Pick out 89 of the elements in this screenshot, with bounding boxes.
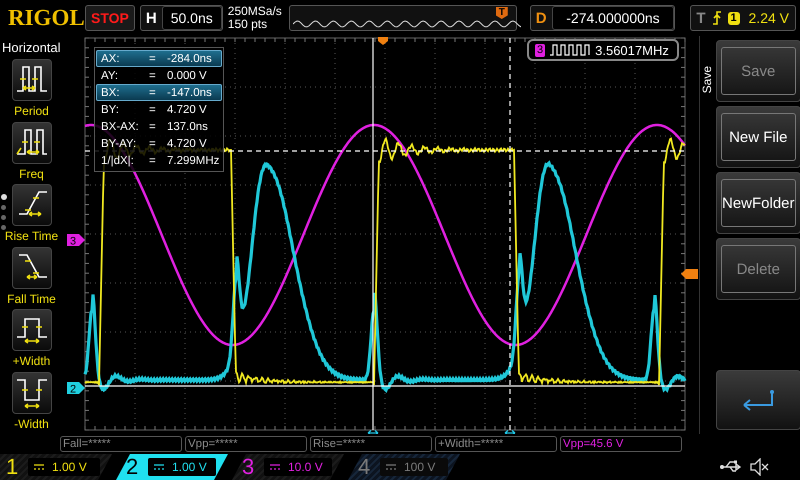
measure-button[interactable] xyxy=(12,59,52,101)
equals-sign: = xyxy=(149,120,157,132)
cursor-position-icon xyxy=(367,430,379,434)
readout-label: AY: xyxy=(101,70,120,82)
measure-label: +Width xyxy=(12,354,50,368)
channel-number: 2 xyxy=(126,454,140,480)
measurement-readout: Fall=***** xyxy=(60,436,182,452)
measurement-readout: Rise=***** xyxy=(310,436,432,452)
measure-button[interactable] xyxy=(12,184,52,226)
equals-sign: = xyxy=(149,104,157,116)
readout-label: BX: xyxy=(101,86,121,98)
measure-button[interactable] xyxy=(12,122,52,164)
channel-marker[interactable]: 2 xyxy=(67,382,85,396)
menu-title: Save xyxy=(700,66,714,94)
readout-value: 4.720 V xyxy=(167,138,208,150)
back-button[interactable] xyxy=(716,370,800,430)
delay-display[interactable]: D -274.000000ns xyxy=(530,5,676,31)
dc-coupling-icon xyxy=(34,463,44,471)
channel-scale: 1.00 V xyxy=(52,460,87,474)
readout-value: 4.720 V xyxy=(167,104,208,116)
dc-coupling-icon xyxy=(270,463,280,471)
measurement-readout: Vpp=***** xyxy=(185,436,307,452)
cursor-line[interactable] xyxy=(372,38,374,430)
measure-button[interactable] xyxy=(12,372,52,414)
waveform-overview-icon xyxy=(292,20,521,28)
measure-label: -Width xyxy=(14,416,49,430)
trigger-label: T xyxy=(695,10,706,26)
mute-speaker-icon xyxy=(750,458,770,476)
pulse-train-icon xyxy=(550,44,590,56)
channel-tab[interactable]: 3 10.0 V xyxy=(232,454,344,480)
readout-label: 1/|dX|: xyxy=(101,154,135,166)
rising-edge-icon xyxy=(712,11,722,25)
delay-value: -274.000000ns xyxy=(552,6,674,30)
channel-tab[interactable]: 4 100 V xyxy=(348,454,460,480)
readout-label: BX-AX: xyxy=(101,120,140,132)
dc-coupling-icon xyxy=(386,463,396,471)
trigger-source: 1 xyxy=(728,12,740,24)
measurement-readout: Vpp=45.6 V xyxy=(560,436,682,452)
channel-scale: 1.00 V xyxy=(172,460,207,474)
dc-coupling-icon xyxy=(154,463,164,471)
channel-number: 1 xyxy=(6,454,20,480)
channel-number: 3 xyxy=(242,454,256,480)
timebase-display[interactable]: H 50.0ns xyxy=(140,5,223,31)
trigger-level: 2.24 V xyxy=(748,10,789,26)
menu-button[interactable]: NewFolder xyxy=(716,172,800,234)
memory-depth: 150 pts xyxy=(228,18,268,31)
trigger-position-icon xyxy=(378,37,388,45)
trigger-marker: T xyxy=(496,7,508,19)
cursor-line[interactable] xyxy=(85,385,685,387)
counter-value: 3.56017MHz xyxy=(595,42,669,58)
readout-label: AX: xyxy=(101,52,121,64)
readout-value: 137.0ns xyxy=(167,120,209,132)
readout-value: -147.0ns xyxy=(167,86,213,98)
channel-number: 4 xyxy=(358,454,372,480)
equals-sign: = xyxy=(149,86,157,98)
readout-value: -284.0ns xyxy=(167,52,213,64)
measure-button[interactable] xyxy=(12,246,52,288)
menu-button[interactable]: New File xyxy=(716,106,800,168)
menu-title: Horizontal xyxy=(2,39,61,57)
sample-rate: 250MSa/s xyxy=(228,5,283,18)
readout-label: BY-AY: xyxy=(101,138,138,150)
measure-label: Rise Time xyxy=(4,229,58,243)
equals-sign: = xyxy=(149,52,157,64)
readout-value: 7.299MHz xyxy=(167,154,220,166)
measure-label: Fall Time xyxy=(7,292,56,306)
counter-channel: 3 xyxy=(535,44,546,56)
readout-label: BY: xyxy=(101,104,120,116)
equals-sign: = xyxy=(149,138,157,150)
measure-label: Period xyxy=(14,104,49,118)
usb-icon xyxy=(720,460,744,474)
trigger-level-icon xyxy=(681,269,698,279)
channel-scale: 100 V xyxy=(404,460,436,474)
timebase-value: 50.0ns xyxy=(162,6,222,30)
measure-button[interactable] xyxy=(12,309,52,351)
equals-sign: = xyxy=(149,70,157,82)
measure-label: Freq xyxy=(19,166,44,180)
measurement-readout: +Width=***** xyxy=(435,436,557,452)
channel-scale: 10.0 V xyxy=(288,460,323,474)
channel-tab[interactable]: 1 1.00 V xyxy=(0,454,112,480)
cursor-position-icon xyxy=(504,430,516,434)
run-stop-status[interactable]: STOP xyxy=(85,5,135,31)
channel-tab[interactable]: 2 1.00 V xyxy=(116,454,228,480)
timebase-label: H xyxy=(144,10,158,26)
delay-label: D xyxy=(534,10,548,26)
equals-sign: = xyxy=(149,154,157,166)
cursor-line[interactable] xyxy=(509,38,511,430)
readout-value: 0.000 V xyxy=(167,70,208,82)
trigger-display[interactable]: T 1 2.24 V xyxy=(690,5,796,31)
channel-marker[interactable]: 3 xyxy=(67,234,85,248)
